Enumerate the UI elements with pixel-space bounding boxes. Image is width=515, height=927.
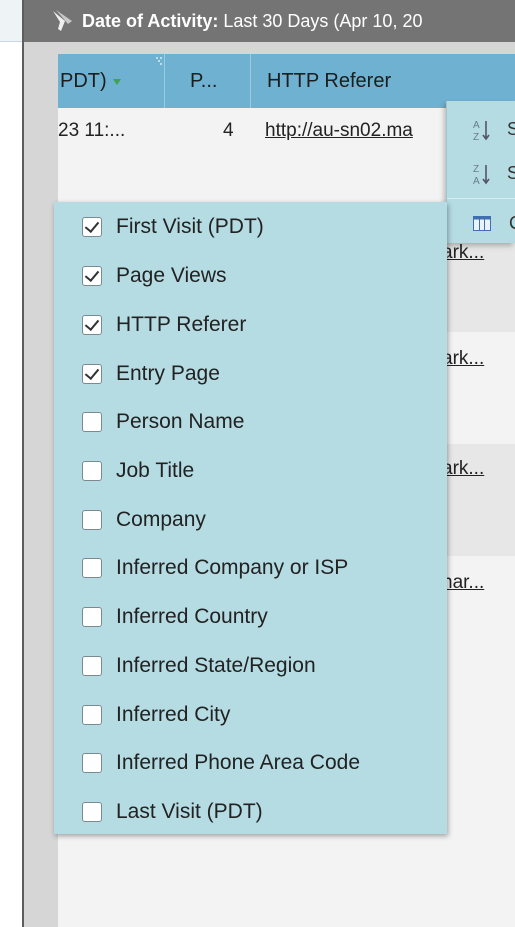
column-option-company[interactable]: Company <box>82 505 206 535</box>
cell-entry-page-link[interactable]: nar... <box>442 572 484 594</box>
column-option-first-visit[interactable]: First Visit (PDT) <box>82 212 264 242</box>
columns-icon <box>473 216 491 231</box>
checkbox[interactable] <box>82 705 102 725</box>
column-header-first-visit[interactable]: PDT) <box>58 54 165 108</box>
column-option-inferred-city[interactable]: Inferred City <box>82 700 230 730</box>
checkbox[interactable] <box>82 461 102 481</box>
checkbox[interactable] <box>82 266 102 286</box>
checkbox[interactable] <box>82 412 102 432</box>
option-label: First Visit (PDT) <box>116 215 264 238</box>
option-label: HTTP Referer <box>116 313 247 336</box>
option-label: Inferred Company or ISP <box>116 556 349 579</box>
option-label: Job Title <box>116 459 195 482</box>
option-label: Inferred City <box>116 703 231 726</box>
svg-text:A: A <box>473 120 480 131</box>
ctx-item-label: C <box>509 213 515 234</box>
sort-descending-item[interactable]: Z A S <box>447 153 515 197</box>
filter-bar[interactable]: Date of Activity: Last 30 Days (Apr 10, … <box>24 0 515 42</box>
left-gutter-tab <box>0 0 22 42</box>
column-option-last-visit[interactable]: Last Visit (PDT) <box>82 797 263 827</box>
option-label: Last Visit (PDT) <box>116 800 263 823</box>
ctx-item-label: S <box>507 163 515 183</box>
checkbox[interactable] <box>82 656 102 676</box>
sort-ascending-icon: A Z <box>473 120 490 143</box>
checkbox[interactable] <box>82 607 102 627</box>
checkbox[interactable] <box>82 510 102 530</box>
column-option-inferred-state[interactable]: Inferred State/Region <box>82 651 316 681</box>
filter-value: Last 30 Days (Apr 10, 20 <box>218 11 423 31</box>
cell-entry-page-link[interactable]: ark... <box>442 458 484 480</box>
option-label: Inferred Phone Area Code <box>116 751 361 774</box>
checkbox[interactable] <box>82 217 102 237</box>
checkbox[interactable] <box>82 802 102 822</box>
sort-desc-icon <box>112 78 121 85</box>
grid-header: PDT) P... HTTP Referer <box>58 54 515 108</box>
filter-funnel-icon <box>53 10 72 31</box>
left-gutter <box>0 0 22 927</box>
ctx-item-label: S <box>507 119 515 139</box>
report-view: Date of Activity: Last 30 Days (Apr 10, … <box>0 0 515 927</box>
cell-first-visit: 23 11:... <box>58 120 126 141</box>
column-option-page-views[interactable]: Page Views <box>82 261 227 291</box>
column-header-http-referer[interactable]: HTTP Referer <box>251 54 515 108</box>
menu-separator <box>447 198 515 199</box>
sort-ascending-item[interactable]: A Z S <box>447 109 515 153</box>
cell-entry-page-link[interactable]: ark... <box>442 348 484 370</box>
column-chooser-menu: First Visit (PDT) Page Views HTTP Refere… <box>54 202 447 834</box>
option-label: Person Name <box>116 410 245 433</box>
checkbox[interactable] <box>82 558 102 578</box>
column-option-inferred-company[interactable]: Inferred Company or ISP <box>82 553 348 583</box>
column-header-label: PDT) <box>60 70 107 92</box>
column-header-label: HTTP Referer <box>267 70 392 92</box>
column-option-job-title[interactable]: Job Title <box>82 456 194 486</box>
column-header-label: P... <box>190 70 218 92</box>
svg-text:Z: Z <box>473 132 479 143</box>
column-menu-grip-icon[interactable] <box>150 56 164 68</box>
column-option-inferred-phone[interactable]: Inferred Phone Area Code <box>82 748 360 778</box>
column-context-menu: A Z S Z A S C <box>446 101 515 243</box>
column-option-entry-page[interactable]: Entry Page <box>82 359 220 389</box>
filter-label: Date of Activity: Last 30 Days (Apr 10, … <box>82 11 423 31</box>
cell-page-views: 4 <box>223 120 234 141</box>
checkbox[interactable] <box>82 753 102 773</box>
option-label: Page Views <box>116 264 227 287</box>
option-label: Company <box>116 508 206 531</box>
sort-descending-icon: Z A <box>473 164 490 187</box>
svg-text:A: A <box>473 176 480 187</box>
checkbox[interactable] <box>82 315 102 335</box>
cell-referer-link[interactable]: http://au-sn02.ma <box>265 120 413 142</box>
option-label: Inferred Country <box>116 605 268 628</box>
option-label: Entry Page <box>116 362 220 385</box>
checkbox[interactable] <box>82 364 102 384</box>
column-header-page-views[interactable]: P... <box>165 54 251 108</box>
column-option-http-referer[interactable]: HTTP Referer <box>82 310 246 340</box>
columns-item[interactable]: C <box>447 203 515 247</box>
column-option-inferred-country[interactable]: Inferred Country <box>82 602 268 632</box>
column-option-person-name[interactable]: Person Name <box>82 407 244 437</box>
option-label: Inferred State/Region <box>116 654 316 677</box>
svg-text:Z: Z <box>473 164 479 175</box>
